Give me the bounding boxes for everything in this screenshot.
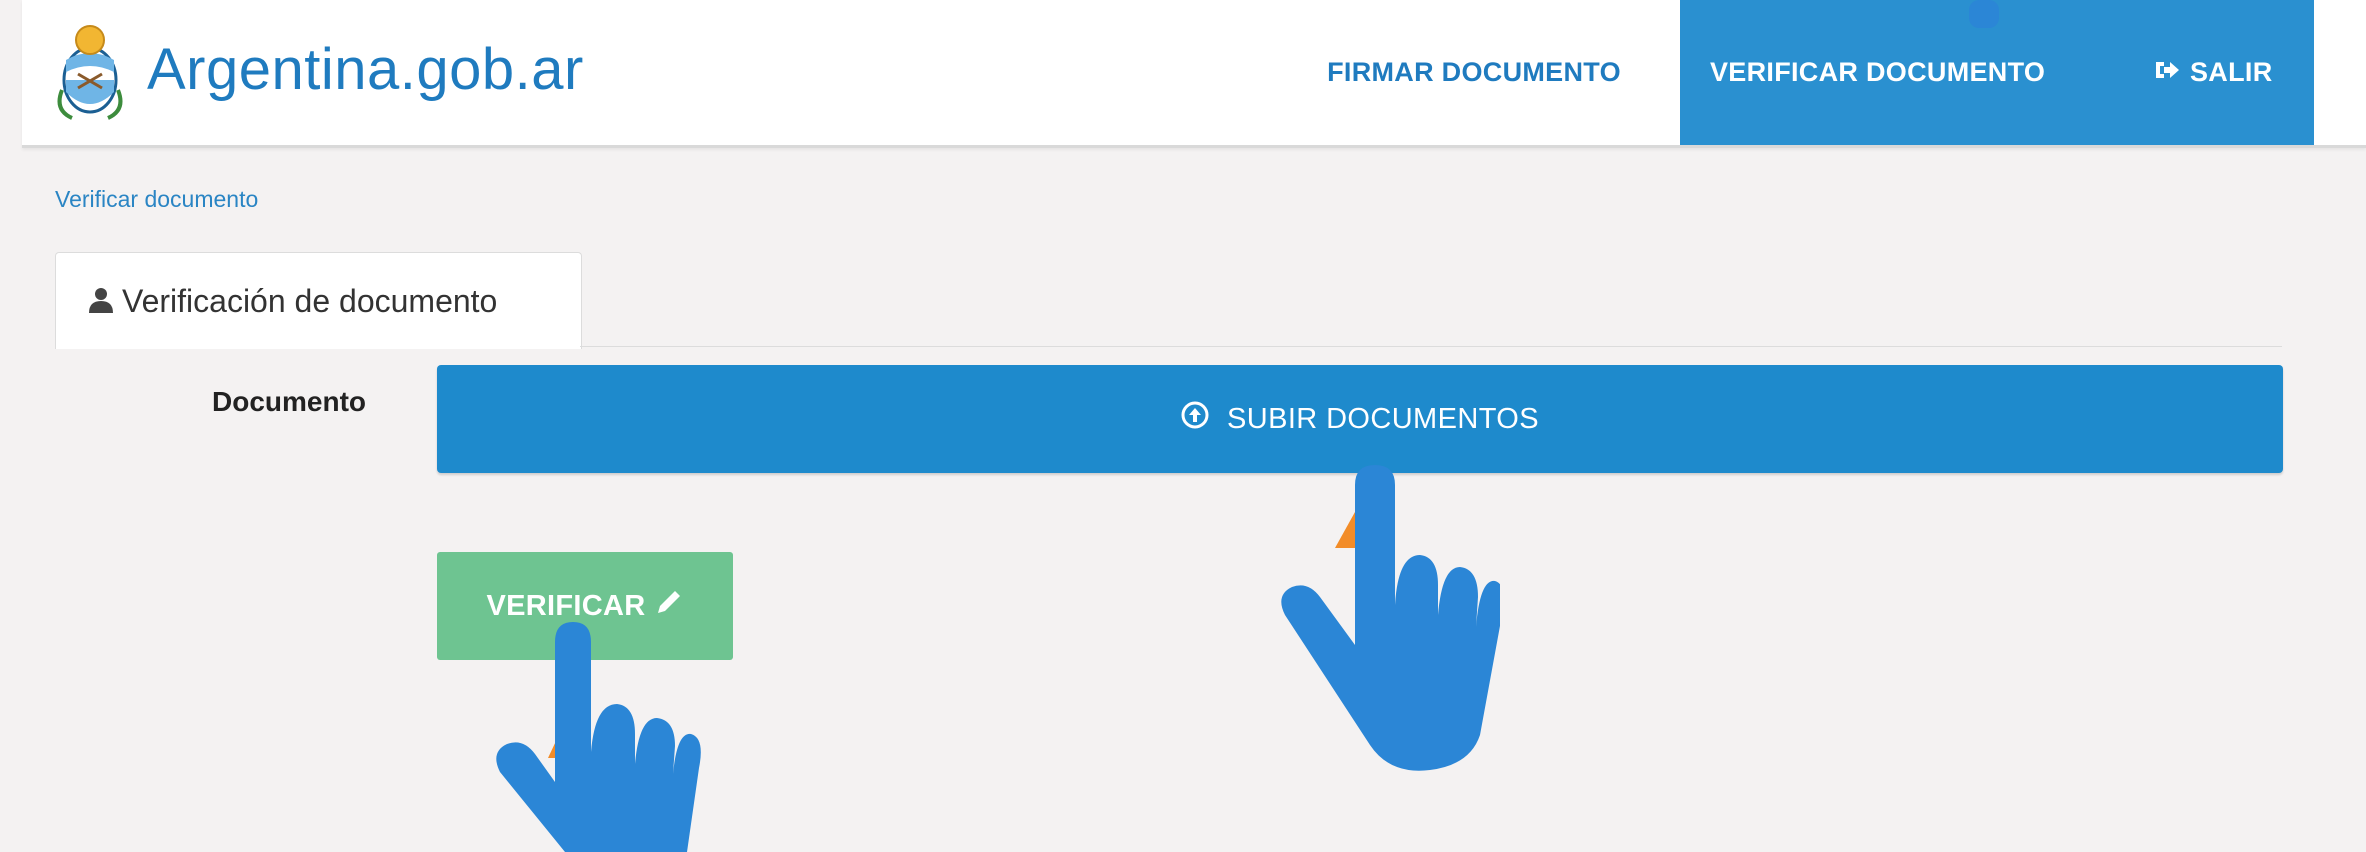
- verify-button-label: VERIFICAR: [486, 589, 646, 622]
- brand-title[interactable]: Argentina.gob.ar: [147, 36, 584, 103]
- pencil-icon: [654, 587, 684, 625]
- upload-documents-button[interactable]: SUBIR DOCUMENTOS: [437, 365, 2283, 473]
- user-icon: [88, 285, 114, 322]
- sign-out-icon: [2154, 0, 2180, 145]
- document-label: Documento: [212, 386, 366, 417]
- tutorial-pointer-tip: [1969, 0, 1999, 28]
- hand-pointer-icon: [496, 622, 701, 852]
- upload-button-label: SUBIR DOCUMENTOS: [1226, 402, 1539, 435]
- breadcrumb[interactable]: Verificar documento: [55, 186, 258, 213]
- upload-circle-icon: [1181, 401, 1209, 437]
- nav-firmar-documento[interactable]: FIRMAR DOCUMENTO: [1284, 0, 1664, 145]
- nav-salir[interactable]: SALIR: [2154, 0, 2273, 145]
- tab-verificacion-documento[interactable]: Verificación de documento: [55, 252, 582, 349]
- hand-pointer-icon: [1281, 465, 1500, 771]
- tab-divider: [580, 346, 2282, 347]
- nav-salir-label: SALIR: [2190, 57, 2273, 87]
- argentina-coat-of-arms-logo[interactable]: [54, 20, 126, 124]
- tab-label: Verificación de documento: [122, 283, 498, 319]
- header: Argentina.gob.ar FIRMAR DOCUMENTO VERIFI…: [22, 0, 2366, 148]
